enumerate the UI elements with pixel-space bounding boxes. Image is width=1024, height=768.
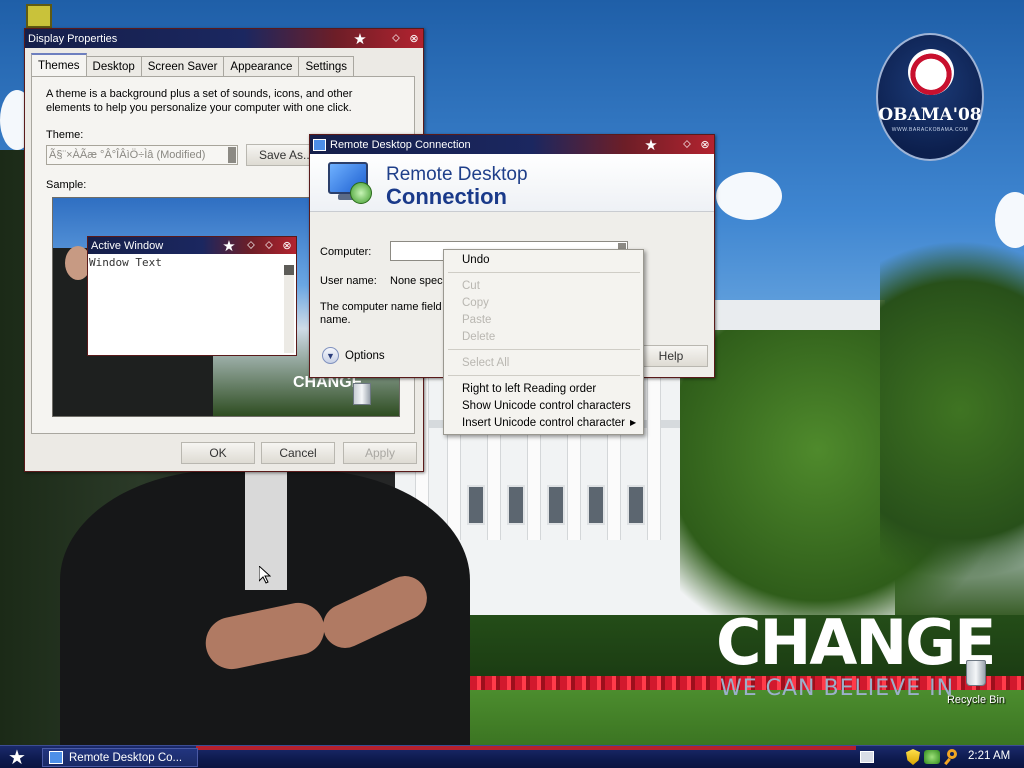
- banner-title-line2: Connection: [386, 184, 507, 209]
- remote-desktop-app-icon: [313, 138, 326, 151]
- keyboard-icon[interactable]: [860, 751, 874, 763]
- sample-recycle-bin-icon: [353, 383, 371, 405]
- menu-item-copy[interactable]: Copy: [462, 297, 489, 309]
- system-clock[interactable]: 2:21 AM: [968, 750, 1010, 762]
- recycle-bin-label[interactable]: Recycle Bin: [938, 694, 1014, 706]
- trees: [880, 230, 1024, 630]
- network-icon[interactable]: [924, 750, 940, 764]
- help-button[interactable]: Help: [634, 345, 708, 367]
- desktop-icon[interactable]: [26, 4, 52, 28]
- taskbar: ★ Remote Desktop Co... 2:21 AM: [0, 745, 1024, 768]
- recycle-bin-icon[interactable]: [962, 656, 990, 686]
- banner-title-line1: Remote Desktop: [386, 164, 528, 185]
- obama-logo-text: OBAMA'08: [878, 105, 982, 125]
- minimize-icon: ⬦: [247, 239, 255, 251]
- tab-appearance[interactable]: Appearance: [223, 56, 300, 76]
- believe-slogan: WE CAN BELIEVE IN: [720, 676, 955, 701]
- sample-active-window: Active Window ★ ⬦ ⬦ ⊗ Window Text: [87, 236, 297, 356]
- maximize-icon: ⬦: [265, 239, 273, 251]
- close-icon[interactable]: ⊗: [696, 136, 714, 153]
- taskbar-accent: [196, 746, 856, 750]
- apply-button[interactable]: Apply: [343, 442, 417, 464]
- menu-item-cut[interactable]: Cut: [462, 280, 480, 292]
- obama-rising-sun-icon: [908, 49, 954, 95]
- menu-separator: [448, 375, 640, 376]
- theme-select[interactable]: Ã§¨×ÀÃæ °Â°ÎÂìÖ÷Ìâ (Modified): [46, 145, 238, 165]
- menu-item-insert-unicode[interactable]: Insert Unicode control character: [462, 417, 625, 429]
- tab-strip: Themes Desktop Screen Saver Appearance S…: [31, 53, 355, 76]
- window-title: Remote Desktop Connection: [330, 138, 471, 151]
- star-icon: ★: [353, 30, 367, 48]
- remote-desktop-app-icon: [49, 751, 63, 764]
- taskbar-remote-desktop-button[interactable]: Remote Desktop Co...: [42, 748, 198, 767]
- taskbar-button-label: Remote Desktop Co...: [69, 751, 183, 764]
- connection-badge-icon: [350, 182, 372, 204]
- remote-desktop-titlebar[interactable]: Remote Desktop Connection ★ ⬦ ⊗: [310, 135, 714, 154]
- sample-label: Sample:: [46, 179, 87, 191]
- computer-name-note-cont: name.: [320, 314, 351, 326]
- menu-separator: [448, 349, 640, 350]
- sample-active-window-titlebar: Active Window ★ ⬦ ⬦ ⊗: [88, 237, 296, 255]
- menu-item-select-all[interactable]: Select All: [462, 357, 509, 369]
- menu-item-rtl-reading[interactable]: Right to left Reading order: [462, 383, 596, 395]
- tab-screen-saver[interactable]: Screen Saver: [140, 56, 225, 76]
- obama-08-logo: OBAMA'08 WWW.BARACKOBAMA.COM: [876, 33, 984, 161]
- menu-item-paste[interactable]: Paste: [462, 314, 491, 326]
- display-properties-titlebar[interactable]: Display Properties ★ ⬦ ⊗: [25, 29, 423, 48]
- star-icon: ★: [222, 237, 236, 255]
- sample-scrollbar: [284, 265, 294, 353]
- menu-separator: [448, 272, 640, 273]
- security-shield-icon[interactable]: [906, 749, 920, 765]
- options-link[interactable]: Options: [345, 350, 385, 362]
- ok-button[interactable]: OK: [181, 442, 255, 464]
- scroll-thumb: [284, 265, 294, 275]
- start-button-star-icon[interactable]: ★: [4, 747, 30, 768]
- cloud: [716, 172, 782, 220]
- menu-item-show-unicode[interactable]: Show Unicode control characters: [462, 400, 631, 412]
- obama-logo-url: WWW.BARACKOBAMA.COM: [891, 127, 969, 133]
- cancel-button[interactable]: Cancel: [261, 442, 335, 464]
- help-icon[interactable]: ⬦: [678, 136, 696, 153]
- close-icon[interactable]: ⊗: [405, 30, 423, 47]
- chevron-down-icon[interactable]: [228, 147, 236, 163]
- close-icon: ⊗: [282, 240, 292, 252]
- computer-label: Computer:: [320, 246, 372, 258]
- mouse-cursor-icon: [259, 566, 271, 584]
- help-icon[interactable]: ⬦: [387, 30, 405, 47]
- search-icon[interactable]: [944, 749, 958, 766]
- username-value: None speci: [390, 275, 446, 287]
- tab-settings[interactable]: Settings: [298, 56, 355, 76]
- theme-label: Theme:: [46, 129, 84, 141]
- tab-desktop[interactable]: Desktop: [85, 56, 142, 76]
- sample-active-window-title: Active Window: [91, 239, 164, 252]
- window-title: Display Properties: [28, 32, 118, 45]
- menu-item-undo[interactable]: Undo: [462, 254, 490, 266]
- theme-description: A theme is a background plus a set of so…: [46, 88, 353, 114]
- theme-select-value: Ã§¨×ÀÃæ °Â°ÎÂìÖ÷Ìâ (Modified): [49, 149, 206, 161]
- username-label: User name:: [320, 275, 377, 287]
- submenu-arrow-icon: ▶: [630, 418, 637, 427]
- remote-desktop-banner: Remote Desktop Connection: [310, 154, 714, 212]
- tab-themes[interactable]: Themes: [31, 53, 87, 76]
- edit-context-menu: Undo Cut Copy Paste Delete Select All Ri…: [443, 249, 644, 435]
- change-slogan: CHANGE: [716, 606, 997, 679]
- star-icon: ★: [644, 136, 658, 154]
- expand-options-icon[interactable]: ▼: [322, 347, 339, 364]
- menu-item-delete[interactable]: Delete: [462, 331, 495, 343]
- sample-window-text: Window Text: [89, 256, 162, 269]
- computer-name-note: The computer name field is: [320, 301, 453, 313]
